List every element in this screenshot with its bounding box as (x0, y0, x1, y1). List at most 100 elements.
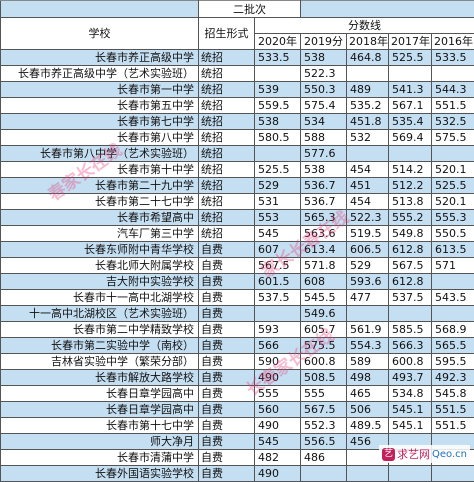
school-name: 长春市养正高级中学（艺术实验班） (1, 66, 199, 82)
score-cell: 520.1 (432, 162, 474, 178)
score-cell: 569.4 (389, 130, 432, 146)
score-cell: 593.6 (347, 274, 389, 290)
header-year: 2018年 (347, 34, 389, 50)
score-cell (389, 306, 432, 322)
score-cell: 534 (301, 114, 347, 130)
score-cell: 489.5 (347, 418, 389, 434)
score-cell: 607 (255, 242, 301, 258)
table-row: 长春市第十七中学自费490552.3489.5545.1551.5 (1, 418, 474, 434)
score-cell: 545.8 (432, 386, 474, 402)
school-name: 汽车厂第三中学 (1, 226, 199, 242)
score-cell: 451.8 (347, 114, 389, 130)
school-name: 长春市第五中学 (1, 98, 199, 114)
admission-type: 自费 (199, 418, 255, 434)
header-year: 2017年 (389, 34, 432, 50)
score-cell: 538 (301, 162, 347, 178)
score-cell: 550.3 (301, 82, 347, 98)
logo-site: Qeo.cn (432, 449, 467, 460)
admission-type: 统招 (199, 210, 255, 226)
score-cell: 543.5 (432, 290, 474, 306)
admission-type: 统招 (199, 162, 255, 178)
admission-type: 自费 (199, 354, 255, 370)
score-cell: 525.5 (432, 178, 474, 194)
score-cell: 561.9 (347, 322, 389, 338)
score-cell: 550.5 (432, 226, 474, 242)
table-row: 长春北师大附属学校自费567.5571.8529567.5571 (1, 258, 474, 274)
site-logo[interactable]: 艺 求艺网 Qeo.cn (379, 445, 470, 463)
score-cell: 553 (255, 210, 301, 226)
school-name: 长春市第二十七中学 (1, 194, 199, 210)
score-cell: 519.5 (347, 226, 389, 242)
admission-type: 自费 (199, 386, 255, 402)
score-cell: 533.5 (255, 50, 301, 66)
score-cell: 575.4 (301, 98, 347, 114)
school-name: 长春日章学园高中 (1, 402, 199, 418)
score-cell: 567.5 (389, 258, 432, 274)
score-cell: 555.2 (389, 210, 432, 226)
school-name: 师大净月 (1, 434, 199, 450)
score-cell (255, 306, 301, 322)
score-cell: 585.5 (389, 322, 432, 338)
score-cell: 551.5 (432, 98, 474, 114)
score-cell: 606.5 (347, 242, 389, 258)
admission-type: 统招 (199, 66, 255, 82)
school-name: 长春市第八中学 (1, 130, 199, 146)
score-cell: 465 (347, 386, 389, 402)
score-cell: 601.5 (255, 274, 301, 290)
score-cell: 536.7 (301, 178, 347, 194)
score-cell: 571.8 (301, 258, 347, 274)
score-cell: 537.5 (255, 290, 301, 306)
admission-type: 自费 (199, 290, 255, 306)
score-cell: 533.5 (432, 50, 474, 66)
table-row: 长春日章学园高中自费560567.5506545.1551.5 (1, 402, 474, 418)
table-row: 长春日章学园高中自费555555465534.8545.8 (1, 386, 474, 402)
school-name: 长春市第一中学 (1, 82, 199, 98)
score-cell: 492.3 (432, 370, 474, 386)
admission-type: 统招 (199, 226, 255, 242)
score-cell: 532.5 (432, 114, 474, 130)
logo-text: 求艺网 (397, 446, 430, 462)
admission-type: 自费 (199, 466, 255, 482)
score-cell: 567.5 (301, 402, 347, 418)
score-cell: 554.3 (347, 338, 389, 354)
score-cell: 575.5 (301, 338, 347, 354)
score-cell: 525.5 (389, 50, 432, 66)
score-cell: 539 (255, 82, 301, 98)
score-cell: 600.8 (389, 354, 432, 370)
score-cell: 482 (255, 450, 301, 466)
school-name: 吉林省实验中学（繁荣分部） (1, 354, 199, 370)
score-cell: 589 (347, 354, 389, 370)
score-cell (347, 146, 389, 162)
header-school: 学校 (1, 18, 199, 50)
admission-type: 自费 (199, 242, 255, 258)
admission-type: 自费 (199, 274, 255, 290)
school-name: 长春市十一高中北湖学校 (1, 290, 199, 306)
score-cell: 454 (347, 194, 389, 210)
score-cell (347, 306, 389, 322)
admission-type: 自费 (199, 258, 255, 274)
admission-type: 统招 (199, 98, 255, 114)
table-row: 汽车厂第三中学统招545563.6519.5549.8550.5 (1, 226, 474, 242)
score-cell: 566 (255, 338, 301, 354)
admission-type: 统招 (199, 82, 255, 98)
table-row: 长春市第二实验中学（南校）自费566575.5554.3566.3565.5 (1, 338, 474, 354)
score-table: 二批次 学校 招生形式 分数线 2020年 2019分 2018年 2017年 … (0, 0, 474, 482)
table-row: 长春市第二中学精致学校自费593605.7561.9585.5568.9 (1, 322, 474, 338)
score-cell: 493.7 (389, 370, 432, 386)
score-cell: 538 (301, 50, 347, 66)
school-name: 长春市清蒲中学 (1, 450, 199, 466)
score-cell (255, 66, 301, 82)
score-cell: 512.2 (389, 178, 432, 194)
school-name: 长春日章学园高中 (1, 386, 199, 402)
score-cell: 613.5 (432, 242, 474, 258)
admission-type: 自费 (199, 434, 255, 450)
score-cell: 513.8 (389, 194, 432, 210)
score-cell: 552.3 (301, 418, 347, 434)
admission-type: 统招 (199, 50, 255, 66)
score-cell: 490 (255, 418, 301, 434)
score-cell (389, 66, 432, 82)
table-row: 长春市第十中学统招525.5538454514.2520.1 (1, 162, 474, 178)
admission-type: 统招 (199, 130, 255, 146)
score-cell (347, 466, 389, 482)
score-cell: 486 (301, 450, 347, 466)
